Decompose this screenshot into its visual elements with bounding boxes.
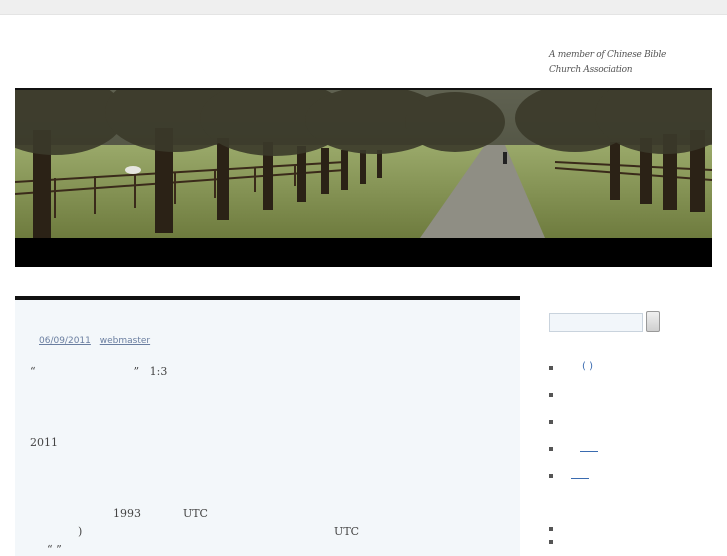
header-banner-image	[15, 88, 712, 238]
navigation-bar	[15, 238, 712, 267]
search-input[interactable]	[549, 313, 643, 332]
post-date-link[interactable]: 06/09/2011	[39, 336, 91, 346]
sidebar-item-link[interactable]: ( )	[582, 361, 593, 372]
post-content: 06/09/2011 webmaster “ ” 1:3 2011 1993 U…	[15, 296, 520, 556]
post-line: ) UTC	[78, 525, 360, 538]
sidebar-bullet	[549, 474, 553, 478]
sidebar-bullet	[549, 540, 553, 544]
sidebar-bullet	[549, 393, 553, 397]
post-meta: 06/09/2011 webmaster	[39, 336, 156, 346]
sidebar-item-link[interactable]	[580, 451, 598, 452]
sidebar-bullet	[549, 447, 553, 451]
sidebar-item-link[interactable]	[571, 478, 589, 479]
sidebar-bullet	[549, 420, 553, 424]
sidebar-bullet	[549, 527, 553, 531]
post-line: 2011	[30, 436, 58, 449]
top-bar	[0, 0, 727, 15]
post-line: “ ” 1:3	[30, 365, 168, 378]
post-line: 1993 UTC	[113, 507, 208, 520]
site-tagline: A member of Chinese Bible Church Associa…	[549, 50, 667, 75]
post-author-link[interactable]: webmaster	[100, 336, 150, 346]
search-button[interactable]	[646, 311, 660, 332]
sidebar-bullet	[549, 366, 553, 370]
